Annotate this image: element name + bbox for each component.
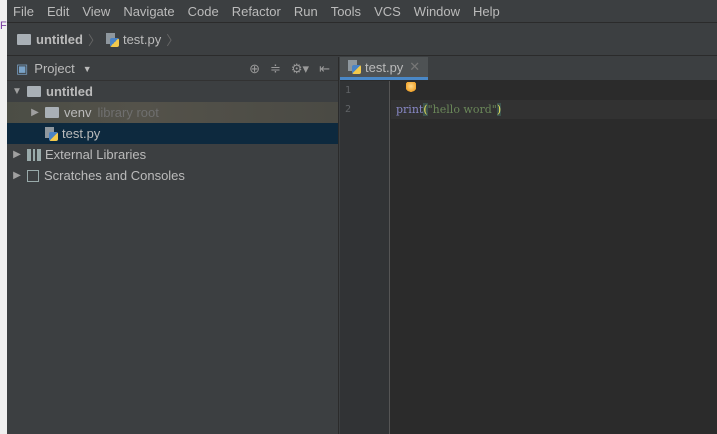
tree-item-label: External Libraries [45, 147, 147, 162]
code-function: print [396, 103, 424, 116]
tab-test-py[interactable]: test.py ✕ [340, 57, 429, 80]
code-paren: ) [496, 103, 502, 116]
chevron-down-icon[interactable]: ▼ [83, 64, 92, 74]
python-file-icon [348, 60, 361, 74]
library-root-hint: library root [97, 105, 159, 120]
python-file-icon [45, 126, 58, 141]
menu-navigate[interactable]: Navigate [123, 4, 174, 19]
menu-vcs[interactable]: VCS [374, 4, 401, 19]
menu-window[interactable]: Window [414, 4, 460, 19]
line-number: 2 [345, 104, 352, 115]
library-icon [27, 148, 41, 161]
breadcrumb-file[interactable]: test.py [123, 32, 161, 47]
tree-item-test-py[interactable]: test.py [7, 123, 338, 144]
menu-refactor[interactable]: Refactor [232, 4, 281, 19]
expanded-arrow-icon[interactable]: ▼ [7, 86, 27, 97]
code-area[interactable]: print("hello word") [391, 81, 717, 434]
tree-item-untitled[interactable]: ▼ untitled [7, 81, 338, 102]
project-view-selector[interactable]: Project [34, 61, 74, 76]
collapsed-arrow-icon[interactable]: ▶ [25, 107, 45, 118]
project-view-icon: ▣ [16, 60, 29, 76]
code-line[interactable]: print("hello word") [391, 100, 717, 119]
tree-item-label: venv [64, 105, 92, 120]
code-string: "hello word" [427, 103, 497, 116]
menu-bar: File Edit View Navigate Code Refactor Ru… [7, 0, 717, 23]
scratches-icon [27, 169, 39, 182]
folder-icon [17, 34, 31, 45]
menu-code[interactable]: Code [188, 4, 219, 19]
gear-icon[interactable]: ⚙▾ [291, 61, 309, 77]
hide-panel-icon[interactable]: ⇤ [319, 61, 330, 77]
tree-item-scratches[interactable]: ▶ Scratches and Consoles [7, 165, 338, 186]
tree-item-venv[interactable]: ▶ venv library root [7, 102, 338, 123]
tree-item-external-libraries[interactable]: ▶ External Libraries [7, 144, 338, 165]
chevron-right-icon: 〉 [87, 33, 101, 48]
chevron-right-icon: 〉 [166, 33, 180, 48]
python-file-icon [105, 32, 119, 47]
editor-tabs: test.py ✕ [340, 57, 717, 81]
menu-run[interactable]: Run [294, 4, 318, 19]
project-panel-header: ▣ Project ▼ ⊕ ≑ ⚙▾ ⇤ [7, 57, 338, 81]
tree-item-label: Scratches and Consoles [44, 168, 185, 183]
tab-label: test.py [365, 59, 404, 75]
folder-icon [45, 107, 59, 118]
collapse-all-icon[interactable]: ≑ [270, 61, 281, 77]
left-window-edge: F [0, 0, 7, 434]
menu-file[interactable]: File [13, 4, 34, 19]
folder-icon [27, 86, 41, 97]
project-panel: ▣ Project ▼ ⊕ ≑ ⚙▾ ⇤ ▼ untitled ▶ venv libr… [7, 57, 339, 434]
collapsed-arrow-icon[interactable]: ▶ [7, 170, 27, 181]
locate-icon[interactable]: ⊕ [249, 61, 260, 77]
editor: test.py ✕ 1 2 print("hello word") [340, 57, 717, 434]
breadcrumb-project[interactable]: untitled [36, 32, 83, 47]
line-number: 1 [345, 85, 352, 96]
collapsed-arrow-icon[interactable]: ▶ [7, 149, 27, 160]
menu-tools[interactable]: Tools [331, 4, 361, 19]
menu-help[interactable]: Help [473, 4, 500, 19]
menu-view[interactable]: View [82, 4, 110, 19]
edge-letter: F [0, 20, 7, 32]
line-gutter: 1 2 [340, 81, 390, 434]
breadcrumb: untitled 〉 test.py 〉 [7, 24, 717, 56]
lightbulb-icon[interactable] [406, 82, 416, 94]
menu-edit[interactable]: Edit [47, 4, 69, 19]
close-icon[interactable]: ✕ [409, 59, 420, 75]
tree-item-label: untitled [46, 84, 93, 99]
tree-item-label: test.py [62, 126, 101, 141]
